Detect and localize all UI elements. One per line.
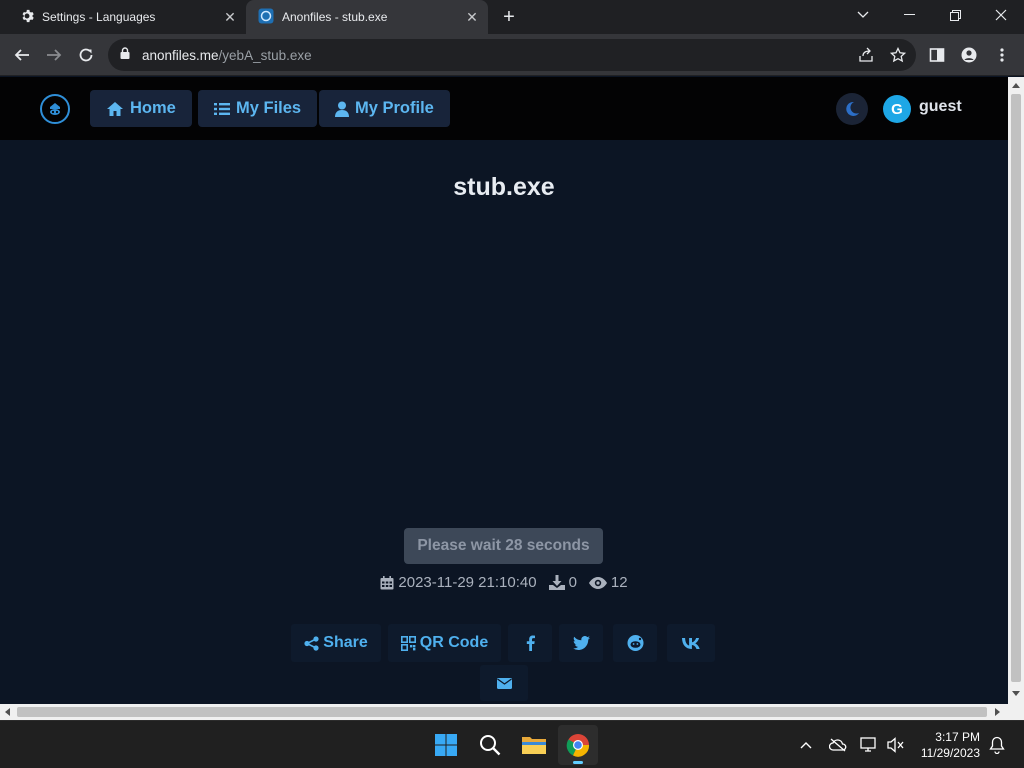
notification-bell-icon[interactable] [985, 733, 1009, 757]
clock-time: 3:17 PM [935, 730, 980, 744]
download-wait-button[interactable]: Please wait 28 seconds [404, 528, 603, 564]
vertical-scrollbar-thumb[interactable] [1011, 94, 1021, 682]
upload-date-text: 2023-11-29 21:10:40 [398, 574, 537, 591]
url-path: /yebA_stub.exe [218, 47, 312, 63]
upload-date: 2023-11-29 21:10:40 [380, 574, 537, 591]
nav-my-files-label: My Files [236, 99, 302, 117]
chevron-up-icon[interactable] [794, 733, 818, 757]
share-email-button[interactable] [480, 665, 528, 701]
user-icon [335, 101, 349, 117]
anonfiles-favicon [258, 8, 274, 27]
back-button[interactable] [9, 42, 35, 68]
nav-home[interactable]: Home [90, 90, 192, 127]
url-text: anonfiles.me/yebA_stub.exe [142, 48, 312, 63]
restore-button[interactable] [932, 0, 978, 30]
site-logo[interactable] [40, 94, 70, 124]
browser-tab-strip: Settings - Languages ✕ Anonfiles - stub.… [0, 0, 1024, 34]
nav-my-files[interactable]: My Files [198, 90, 318, 127]
taskbar-search-button[interactable] [470, 725, 510, 765]
nav-my-profile[interactable]: My Profile [319, 90, 450, 127]
gear-icon [20, 9, 34, 26]
new-tab-button[interactable]: + [498, 6, 520, 28]
scroll-left-arrow[interactable] [5, 708, 10, 716]
close-window-button[interactable] [978, 0, 1024, 30]
scroll-up-arrow[interactable] [1012, 83, 1020, 88]
vk-icon [682, 637, 700, 649]
horizontal-scrollbar-thumb[interactable] [17, 707, 987, 717]
side-panel-icon[interactable] [924, 42, 950, 68]
taskbar-chrome[interactable] [558, 725, 598, 765]
chrome-icon [566, 734, 590, 757]
taskbar-file-explorer[interactable] [514, 725, 554, 765]
download-count-text: 0 [568, 574, 577, 591]
tab-title: Anonfiles - stub.exe [282, 10, 388, 24]
nav-home-label: Home [130, 99, 176, 117]
taskbar-clock[interactable]: 3:17 PM 11/29/2023 [910, 729, 980, 761]
moon-icon [846, 101, 859, 116]
qr-code-label: QR Code [419, 634, 489, 651]
share-page-icon[interactable] [853, 42, 879, 68]
tab-title: Settings - Languages [42, 10, 156, 24]
file-meta: 2023-11-29 21:10:40 0 12 [0, 574, 1008, 591]
scroll-down-arrow[interactable] [1012, 691, 1020, 696]
close-icon[interactable]: ✕ [222, 9, 238, 25]
tab-settings-languages[interactable]: Settings - Languages ✕ [8, 0, 246, 34]
address-bar[interactable]: anonfiles.me/yebA_stub.exe [108, 39, 916, 71]
clock-date: 11/29/2023 [920, 746, 980, 760]
profile-icon[interactable] [956, 42, 982, 68]
share-facebook-button[interactable] [508, 624, 552, 662]
user-name[interactable]: guest [919, 98, 962, 116]
avatar[interactable]: G [883, 95, 911, 123]
horizontal-scrollbar[interactable] [0, 704, 1024, 720]
folder-icon [522, 737, 546, 754]
tab-anonfiles[interactable]: Anonfiles - stub.exe ✕ [246, 0, 488, 34]
kebab-menu-icon[interactable] [989, 42, 1015, 68]
lock-icon [120, 46, 130, 64]
facebook-icon [526, 635, 535, 651]
dark-mode-toggle[interactable] [836, 93, 868, 125]
search-icon [480, 735, 501, 756]
share-twitter-button[interactable] [559, 624, 603, 662]
list-icon [214, 102, 230, 116]
email-icon [496, 677, 512, 689]
vertical-scrollbar[interactable] [1008, 77, 1024, 704]
share-vk-button[interactable] [667, 624, 715, 662]
share-nodes-icon [304, 635, 319, 651]
nav-my-profile-label: My Profile [355, 99, 434, 117]
reload-button[interactable] [73, 42, 99, 68]
view-count-text: 12 [610, 574, 628, 591]
share-label: Share [323, 634, 368, 651]
forward-button[interactable] [41, 42, 67, 68]
qrcode-icon [400, 635, 416, 651]
page-content: Home My Files My Profile stub.exe Please… [0, 77, 1008, 704]
home-icon [106, 101, 124, 117]
active-app-indicator [573, 761, 583, 764]
chevron-down-icon[interactable] [840, 0, 886, 30]
start-button[interactable] [426, 725, 466, 765]
minimize-button[interactable] [886, 0, 932, 30]
qr-code-button[interactable]: QR Code [388, 624, 501, 662]
share-button[interactable]: Share [291, 624, 381, 662]
volume-muted-icon[interactable] [884, 733, 908, 757]
reddit-icon [627, 635, 643, 651]
url-host: anonfiles.me [142, 47, 219, 63]
eye-icon [588, 576, 607, 589]
file-name-heading: stub.exe [453, 173, 555, 201]
scroll-right-arrow[interactable] [995, 708, 1000, 716]
network-icon[interactable] [857, 733, 881, 757]
windows-taskbar: 3:17 PM 11/29/2023 [0, 720, 1024, 768]
view-count: 12 [588, 574, 628, 591]
share-reddit-button[interactable] [613, 624, 657, 662]
bookmark-star-icon[interactable] [885, 42, 911, 68]
onedrive-offline-icon[interactable] [826, 733, 850, 757]
anonymous-mask-icon [50, 103, 60, 115]
windows-logo-icon [435, 734, 457, 756]
close-icon[interactable]: ✕ [464, 9, 480, 25]
calendar-icon [380, 575, 394, 589]
twitter-icon [572, 636, 590, 650]
download-icon [548, 575, 565, 590]
browser-toolbar: anonfiles.me/yebA_stub.exe [0, 34, 1024, 76]
download-count: 0 [548, 574, 577, 591]
